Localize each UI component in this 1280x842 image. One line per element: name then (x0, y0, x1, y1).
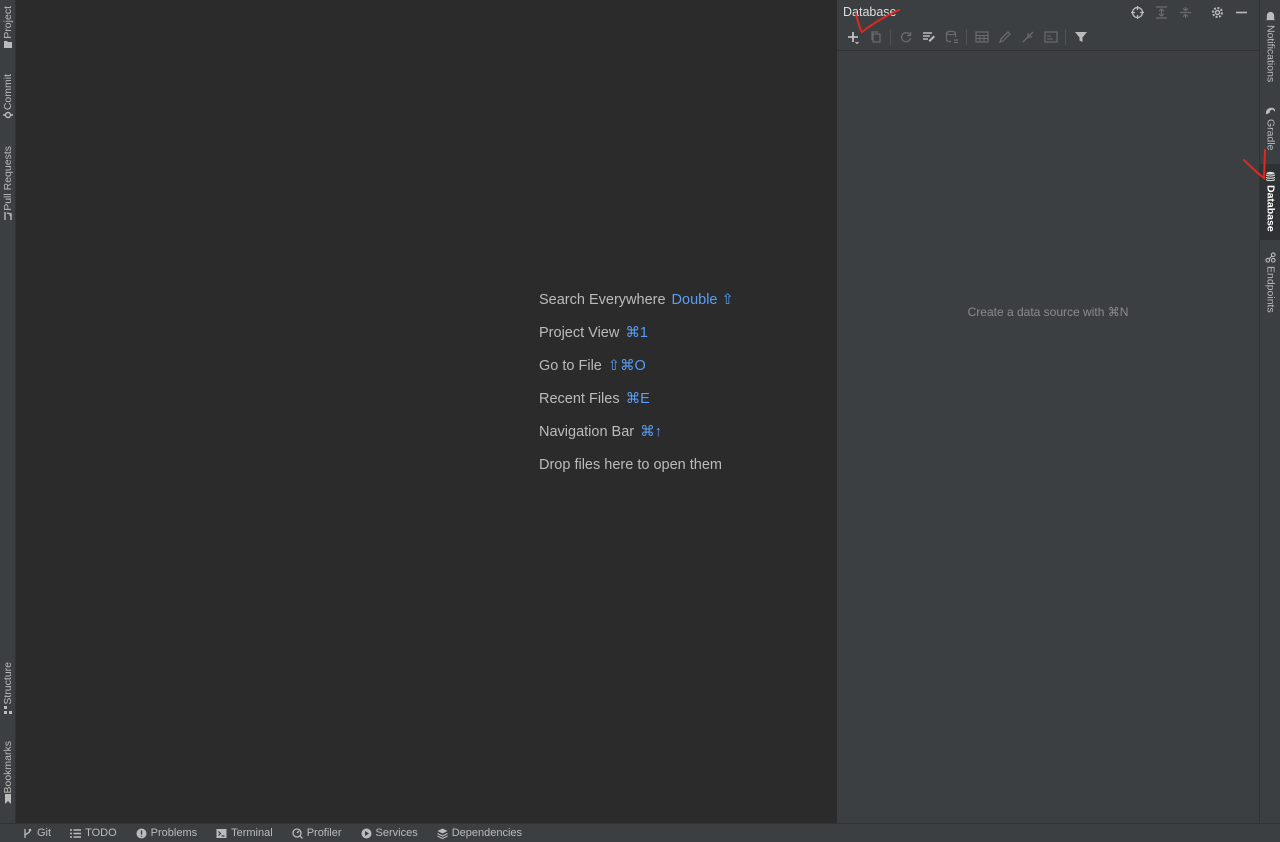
hint-shortcut: Double ⇧ (671, 292, 734, 308)
dependencies-icon (436, 828, 448, 839)
hint-label: Navigation Bar (539, 424, 635, 440)
copy-icon[interactable] (864, 26, 887, 49)
hint-recent-files: Recent Files ⌘E (539, 391, 734, 424)
folder-icon (3, 39, 13, 49)
tool-tab-database[interactable]: Database (1260, 164, 1280, 240)
hint-navigation-bar: Navigation Bar ⌘↑ (539, 424, 734, 457)
hint-go-to-file: Go to File ⇧⌘O (539, 358, 734, 391)
right-tool-strip: Notifications Gradle Database Endpoints (1259, 0, 1280, 823)
pull-request-icon (3, 211, 13, 221)
hint-label: Drop files here to open them (539, 457, 722, 473)
bottom-tab-profiler[interactable]: Profiler (292, 827, 342, 839)
bottom-tab-label: Terminal (231, 827, 273, 839)
endpoints-icon (1265, 251, 1277, 263)
edit-schema-icon[interactable] (917, 26, 940, 49)
refresh-icon[interactable] (894, 26, 917, 49)
problems-icon (136, 828, 147, 838)
tool-tab-gradle[interactable]: Gradle (1260, 104, 1280, 151)
bottom-tab-label: Problems (150, 827, 198, 839)
bottom-tab-dependencies[interactable]: Dependencies (436, 827, 523, 839)
database-icon (1265, 170, 1277, 182)
hint-label: Go to File (539, 358, 602, 374)
add-icon[interactable] (841, 26, 864, 49)
commit-icon (3, 110, 13, 120)
tool-tab-endpoints[interactable]: Endpoints (1260, 251, 1280, 313)
structure-icon (3, 705, 13, 715)
editor-empty-area: Search Everywhere Double ⇧ Project View ⌘1… (17, 0, 836, 823)
hint-shortcut: ⌘1 (625, 325, 648, 341)
crosshair-icon[interactable] (1125, 0, 1149, 24)
gradle-icon (1265, 104, 1277, 116)
tool-tab-label: Structure (2, 662, 14, 705)
hint-search-everywhere: Search Everywhere Double ⇧ (539, 292, 734, 325)
bottom-tool-bar: Git TODO Problems Terminal Profiler Serv… (0, 823, 1280, 842)
gear-icon[interactable] (1205, 0, 1229, 24)
bottom-tab-terminal[interactable]: Terminal (216, 827, 273, 839)
tool-tab-label: Project (2, 6, 14, 39)
panel-title: Database (843, 5, 897, 19)
tool-tab-notifications[interactable]: Notifications (1260, 10, 1280, 82)
tool-tab-label: Pull Requests (2, 146, 14, 211)
database-properties-icon[interactable] (940, 26, 963, 49)
database-toolbar (837, 24, 1259, 51)
console-icon[interactable] (1039, 26, 1062, 49)
filter-icon[interactable] (1069, 26, 1092, 49)
bottom-tab-label: Git (37, 827, 52, 839)
bottom-tab-label: Profiler (306, 827, 342, 839)
tool-tab-project[interactable]: Project (0, 6, 16, 52)
header-actions (1125, 0, 1253, 24)
expand-all-icon[interactable] (1149, 0, 1173, 24)
hint-label: Recent Files (539, 391, 620, 407)
bottom-tab-services[interactable]: Services (361, 827, 418, 839)
tool-tab-label: Database (1264, 185, 1277, 232)
bell-icon (1265, 10, 1277, 22)
left-tool-strip: Project Commit Pull Requests Structure B… (0, 0, 16, 823)
database-panel-header: Database (837, 0, 1259, 24)
bookmark-icon (3, 793, 13, 804)
hint-label: Project View (539, 325, 620, 341)
tool-tab-structure[interactable]: Structure (0, 662, 16, 718)
hint-shortcut: ⇧⌘O (607, 358, 646, 374)
empty-state-message: Create a data source with ⌘N (967, 305, 1129, 319)
list-icon (70, 828, 82, 838)
bottom-tab-label: TODO (85, 827, 117, 839)
git-branch-icon (24, 828, 32, 838)
services-icon (361, 828, 372, 838)
tool-tab-label: Gradle (1264, 119, 1277, 151)
bottom-tab-problems[interactable]: Problems (136, 827, 197, 839)
welcome-hints: Search Everywhere Double ⇧ Project View ⌘1… (539, 292, 734, 490)
hint-project-view: Project View ⌘1 (539, 325, 734, 358)
tool-tab-label: Endpoints (1264, 266, 1277, 313)
hint-label: Search Everywhere (539, 292, 666, 308)
bottom-tab-todo[interactable]: TODO (70, 827, 117, 839)
table-icon[interactable] (970, 26, 993, 49)
bottom-tab-label: Services (375, 827, 418, 839)
minimize-icon[interactable] (1229, 0, 1253, 24)
jump-icon[interactable] (1016, 26, 1039, 49)
tool-tab-label: Notifications (1264, 25, 1277, 83)
tool-tab-pull-requests[interactable]: Pull Requests (0, 146, 16, 224)
hint-drop-files: Drop files here to open them (539, 457, 734, 490)
tool-tab-bookmarks[interactable]: Bookmarks (0, 741, 16, 807)
hint-shortcut: ⌘E (625, 391, 650, 407)
tool-tab-commit[interactable]: Commit (0, 74, 16, 123)
database-tree-area[interactable]: Create a data source with ⌘N (837, 51, 1259, 823)
database-tool-window: Database Create a data source with ⌘N (836, 0, 1259, 823)
hint-shortcut: ⌘↑ (640, 424, 662, 440)
tool-tab-label: Bookmarks (2, 741, 14, 794)
bottom-tab-git[interactable]: Git (22, 827, 51, 839)
collapse-all-icon[interactable] (1173, 0, 1197, 24)
profiler-icon (292, 827, 303, 839)
tool-tab-label: Commit (2, 74, 14, 111)
edit-icon[interactable] (993, 26, 1016, 49)
bottom-tab-label: Dependencies (451, 827, 523, 839)
terminal-icon (216, 828, 227, 838)
